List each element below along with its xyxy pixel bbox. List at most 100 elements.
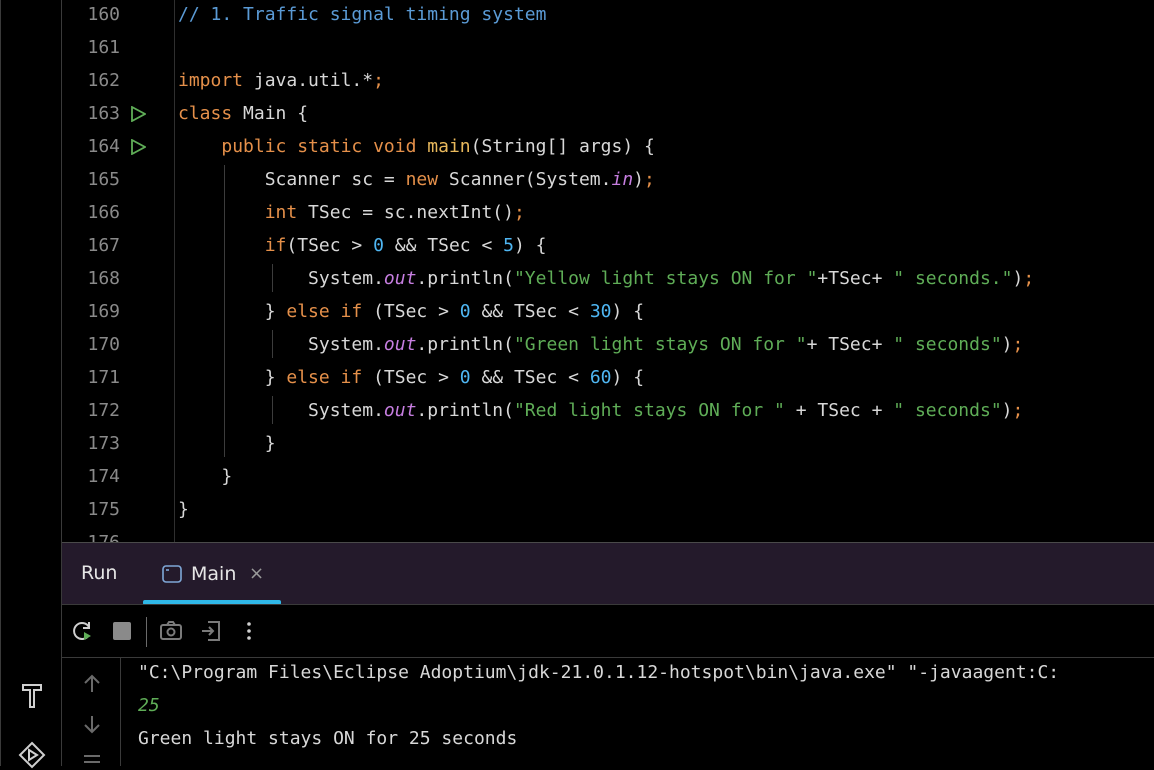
code-token: System. [178,334,384,355]
code-text: // 1. Traffic signal timing system [178,0,546,31]
code-token: else if [286,301,363,322]
code-token: System. [178,400,384,421]
line-number: 163 [87,103,120,124]
code-text: } else if (TSec > 0 && TSec < 60) { [178,361,644,394]
console-line: Green light stays ON for 25 seconds [138,728,518,749]
scroll-up-icon[interactable] [81,673,103,695]
console-output[interactable]: "C:\Program Files\Eclipse Adoptium\jdk-2… [62,658,1154,766]
code-text: Scanner sc = new Scanner(System.in); [178,163,655,196]
code-line[interactable]: 160 // 1. Traffic signal timing system [62,0,1154,31]
code-line[interactable]: 171 } else if (TSec > 0 && TSec < 60) { [62,361,1154,394]
code-line[interactable]: 169 } else if (TSec > 0 && TSec < 30) { [62,295,1154,328]
line-number: 168 [87,268,120,289]
code-line[interactable]: 172 System.out.println("Red light stays … [62,394,1154,427]
code-token: Main { [232,103,309,124]
code-token: .println( [416,400,514,421]
code-token: } [178,499,189,520]
code-text: } else if (TSec > 0 && TSec < 30) { [178,295,644,328]
line-number: 171 [87,367,120,388]
code-token: TSec = sc.nextInt() [297,202,514,223]
code-token: (String[] args) { [470,136,655,157]
rerun-icon[interactable] [70,619,94,643]
code-token: // 1. Traffic signal timing system [178,4,547,25]
code-line[interactable]: 173 } [62,427,1154,460]
tab-main[interactable]: Main × [143,543,281,605]
code-token: " seconds" [893,400,1002,421]
code-token: "Red light stays ON for " [513,400,785,421]
code-token: else if [286,367,363,388]
code-token: 0 [459,301,471,322]
code-token: ) { [611,301,645,322]
close-tab-icon[interactable]: × [249,563,264,584]
code-token: ) { [611,367,645,388]
code-token: 0 [459,367,471,388]
code-token: + TSec + [784,400,894,421]
code-line[interactable]: 168 System.out.println("Yellow light sta… [62,262,1154,295]
code-token: ; [513,202,525,223]
code-token: .println( [416,268,514,289]
left-tool-strip [0,0,62,769]
code-token: class [178,103,233,124]
code-editor[interactable]: 160 // 1. Traffic signal timing system 161… [62,0,1154,542]
code-text: } [178,427,276,460]
code-token: import [178,70,244,91]
code-token: ) { [514,235,547,256]
code-line[interactable]: 174 } [62,460,1154,493]
screenshot-icon[interactable] [159,619,183,643]
code-token: + TSec+ [806,334,894,355]
soft-wrap-icon[interactable] [81,753,103,766]
code-token: int [264,202,298,223]
code-text: import java.util.*; [178,64,384,97]
build-hammer-icon[interactable] [17,680,47,710]
code-token: (TSec > [362,367,460,388]
scroll-down-icon[interactable] [81,713,103,735]
console-line: "C:\Program Files\Eclipse Adoptium\jdk-2… [138,662,1060,683]
code-text: System.out.println("Red light stays ON f… [178,394,1023,427]
exit-icon[interactable] [199,619,223,643]
code-token: ; [1012,334,1024,355]
code-token: } [178,367,287,388]
line-number: 164 [87,136,120,157]
code-token: (TSec > [362,301,460,322]
code-line[interactable]: 170 System.out.println("Green light stay… [62,328,1154,361]
run-gutter-icon[interactable] [130,139,146,155]
code-token: 0 [373,235,384,256]
code-line[interactable]: 167 if(TSec > 0 && TSec < 5) { [62,229,1154,262]
code-text: System.out.println("Green light stays ON… [178,328,1023,361]
code-line[interactable]: 161 [62,31,1154,64]
code-token: main [427,136,471,157]
code-token: if [264,235,287,256]
stop-icon[interactable] [110,619,134,643]
code-line[interactable]: 166 int TSec = sc.nextInt(); [62,196,1154,229]
line-number: 174 [87,466,120,487]
code-token: ; [1012,400,1024,421]
code-line[interactable]: 175} [62,493,1154,526]
code-token: out [383,268,417,289]
code-line[interactable]: 165 Scanner sc = new Scanner(System.in); [62,163,1154,196]
code-token: ; [373,70,384,91]
line-number: 162 [87,70,120,91]
code-token: out [383,334,417,355]
code-line[interactable]: 176 [62,526,1154,542]
run-gutter-icon[interactable] [130,106,146,122]
code-line[interactable]: 164 public static void main(String[] arg… [62,130,1154,163]
code-token: ) [633,169,645,190]
line-number: 166 [87,202,120,223]
code-line[interactable]: 162 import java.util.*; [62,64,1154,97]
line-number: 173 [87,433,120,454]
more-options-icon[interactable] [237,619,261,643]
line-number: 172 [87,400,120,421]
code-text: System.out.println("Yellow light stays O… [178,262,1034,295]
code-token: " seconds" [893,334,1002,355]
code-text: int TSec = sc.nextInt(); [178,196,525,229]
code-text: if(TSec > 0 && TSec < 5) { [178,229,547,262]
code-token: 30 [589,301,612,322]
code-token: ; [1023,268,1035,289]
code-line[interactable]: 163 class Main { [62,97,1154,130]
line-number: 167 [87,235,120,256]
code-token: } [178,301,287,322]
code-token: 5 [503,235,514,256]
